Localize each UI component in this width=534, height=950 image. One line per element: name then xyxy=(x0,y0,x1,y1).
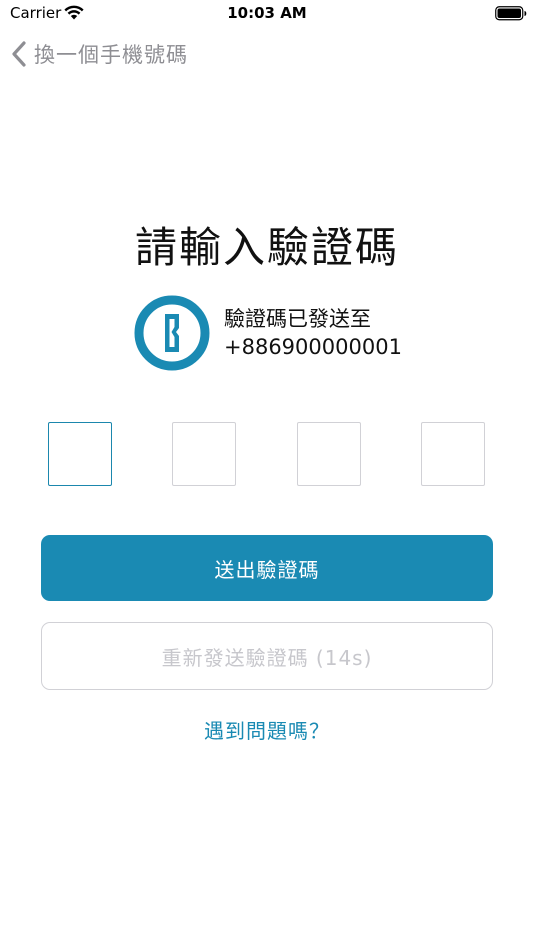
submit-code-button[interactable]: 送出驗證碼 xyxy=(41,535,493,601)
chevron-left-icon xyxy=(12,41,26,67)
code-input-box-4[interactable] xyxy=(421,422,485,486)
help-link[interactable]: 遇到問題嗎？ xyxy=(0,715,534,744)
back-button[interactable]: 換一個手機號碼 xyxy=(10,38,188,70)
sent-text: 驗證碼已發送至 +886900000001 xyxy=(224,305,402,361)
code-input-box-2[interactable] xyxy=(172,422,236,486)
resend-code-button[interactable]: 重新發送驗證碼 (14s) xyxy=(41,622,493,690)
battery-icon xyxy=(495,6,527,21)
sent-info: 驗證碼已發送至 +886900000001 xyxy=(134,295,402,371)
keyhole-lock-icon xyxy=(134,295,210,371)
code-input-box-1[interactable] xyxy=(48,422,112,486)
back-label: 換一個手機號碼 xyxy=(34,43,188,67)
status-time: 10:03 AM xyxy=(227,4,307,22)
phone-number: +886900000001 xyxy=(224,335,402,359)
status-bar: Carrier 10:03 AM xyxy=(0,0,534,28)
code-input-row xyxy=(48,422,486,488)
code-input-box-3[interactable] xyxy=(297,422,361,486)
sent-label: 驗證碼已發送至 xyxy=(224,307,371,331)
page-title: 請輸入驗證碼 xyxy=(134,223,399,272)
